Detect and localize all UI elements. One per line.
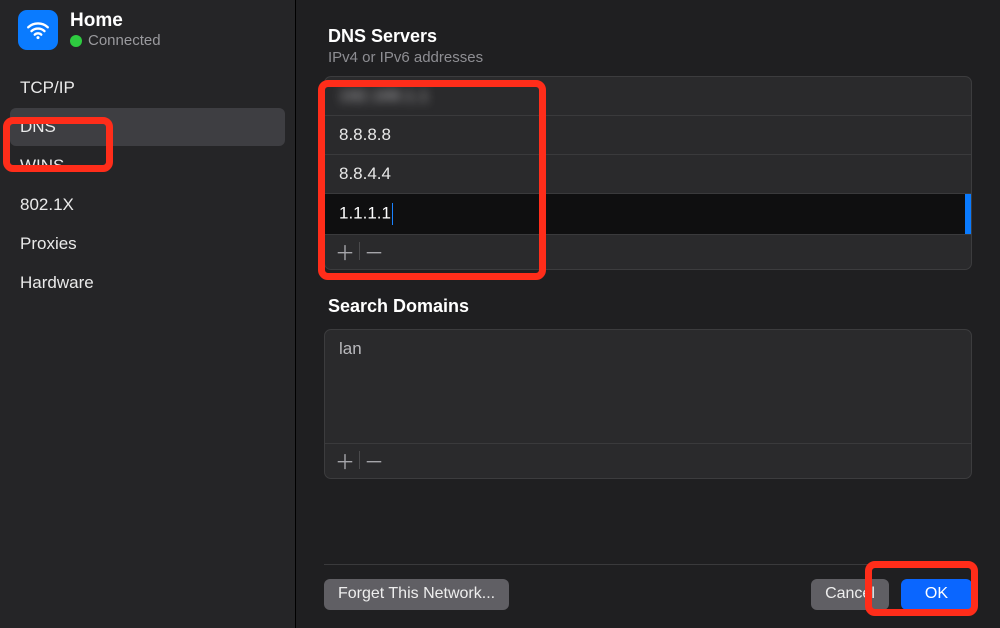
sidebar-item-proxies[interactable]: Proxies bbox=[10, 225, 285, 263]
cancel-button[interactable]: Cancel bbox=[811, 579, 889, 610]
add-dns-button[interactable]: ＋ bbox=[331, 238, 359, 264]
sidebar-item-tcpip[interactable]: TCP/IP bbox=[10, 69, 285, 107]
search-domains-list[interactable]: lan ＋ － bbox=[324, 329, 972, 479]
dns-entry-value: 192.168.1.1 bbox=[339, 86, 429, 105]
dns-entry-value: 8.8.4.4 bbox=[339, 164, 391, 183]
wifi-icon bbox=[18, 10, 58, 50]
search-domains-title: Search Domains bbox=[328, 296, 972, 317]
search-domains-actions: ＋ － bbox=[325, 443, 971, 478]
network-status: Connected bbox=[88, 32, 161, 49]
sidebar-item-wins[interactable]: WINS bbox=[10, 147, 285, 185]
dns-entry-editing[interactable]: 1.1.1.1 bbox=[325, 193, 971, 234]
sidebar-item-hardware[interactable]: Hardware bbox=[10, 264, 285, 302]
remove-domain-button[interactable]: － bbox=[360, 447, 388, 473]
dns-entry[interactable]: 8.8.4.4 bbox=[325, 154, 971, 193]
network-name: Home bbox=[70, 11, 161, 31]
search-domain-entry[interactable]: lan bbox=[325, 330, 971, 368]
sidebar: Home Connected TCP/IP DNS WINS 802.1X Pr… bbox=[0, 0, 296, 628]
dns-entry-value: 1.1.1.1 bbox=[339, 203, 391, 222]
sidebar-item-8021x[interactable]: 802.1X bbox=[10, 186, 285, 224]
dns-entry[interactable]: 192.168.1.1 bbox=[325, 77, 971, 115]
dns-entry-value: 8.8.8.8 bbox=[339, 125, 391, 144]
sidebar-list: TCP/IP DNS WINS 802.1X Proxies Hardware bbox=[0, 62, 295, 309]
search-domain-value: lan bbox=[339, 339, 362, 358]
dns-servers-list[interactable]: 192.168.1.1 8.8.8.8 8.8.4.4 1.1.1.1 ＋ － bbox=[324, 76, 972, 270]
dns-servers-subtitle: IPv4 or IPv6 addresses bbox=[328, 49, 972, 66]
network-header: Home Connected bbox=[0, 6, 295, 62]
forget-network-button[interactable]: Forget This Network... bbox=[324, 579, 509, 610]
remove-dns-button[interactable]: － bbox=[360, 238, 388, 264]
status-dot-icon bbox=[70, 35, 82, 47]
footer: Forget This Network... Cancel OK bbox=[324, 564, 972, 610]
dns-servers-title: DNS Servers bbox=[328, 26, 972, 47]
text-caret-icon bbox=[392, 203, 393, 225]
add-domain-button[interactable]: ＋ bbox=[331, 447, 359, 473]
dns-list-actions: ＋ － bbox=[325, 234, 971, 269]
ok-button[interactable]: OK bbox=[901, 579, 972, 610]
sidebar-item-dns[interactable]: DNS bbox=[10, 108, 285, 146]
dns-entry[interactable]: 8.8.8.8 bbox=[325, 115, 971, 154]
selection-indicator-icon bbox=[965, 194, 971, 234]
main-panel: DNS Servers IPv4 or IPv6 addresses 192.1… bbox=[296, 0, 1000, 628]
